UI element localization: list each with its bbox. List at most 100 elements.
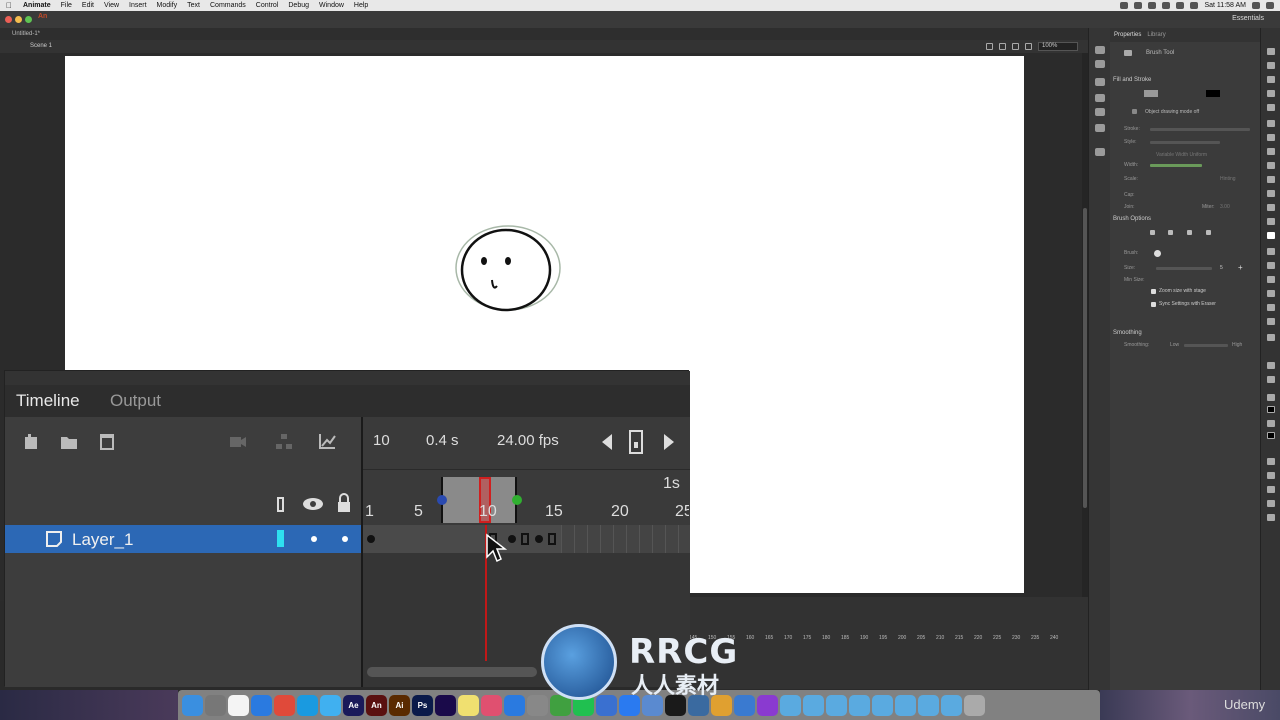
status-icon[interactable] (1120, 2, 1129, 9)
lock-icon[interactable] (336, 493, 352, 513)
menu-modify[interactable]: Modify (152, 2, 183, 9)
dock-app-trash[interactable] (964, 694, 985, 716)
keyframe[interactable] (367, 535, 375, 543)
text-tool-icon[interactable] (1267, 134, 1275, 141)
dock-app-folder[interactable] (872, 694, 893, 716)
delete-layer-icon[interactable] (98, 433, 116, 450)
panel-icon[interactable] (1095, 148, 1105, 156)
pen-tool-icon[interactable] (1267, 120, 1275, 127)
3d-rotation-tool-icon[interactable] (1267, 90, 1275, 97)
dock-app-podcast[interactable] (757, 694, 778, 716)
dock-app-ps[interactable]: Ps (412, 694, 433, 716)
timeline-drag-handle[interactable] (5, 371, 690, 385)
panel-icon[interactable] (1095, 124, 1105, 132)
bone-tool-icon[interactable] (1267, 248, 1275, 255)
dock-app-premiere[interactable] (435, 694, 456, 716)
dock-app-folder[interactable] (895, 694, 916, 716)
brush-option-icon[interactable] (1187, 230, 1192, 235)
dock-app-calendar[interactable] (228, 694, 249, 716)
style-select[interactable] (1150, 141, 1220, 144)
document-tab[interactable]: Untitled-1* (0, 28, 1088, 40)
dock-app-skype[interactable] (297, 694, 318, 716)
layer-color-indicator[interactable] (277, 530, 284, 547)
menu-control[interactable]: Control (251, 2, 284, 9)
menubar-clock[interactable]: Sat 11:58 AM (1204, 2, 1246, 9)
dock-app-ae[interactable]: Ae (343, 694, 364, 716)
dock-app-music[interactable] (481, 694, 502, 716)
brush-option-icon[interactable] (1168, 230, 1173, 235)
camera-tool-icon[interactable] (1267, 334, 1275, 341)
dock-app-finder[interactable] (182, 694, 203, 716)
tab-properties[interactable]: Properties (1114, 32, 1141, 38)
menu-app[interactable]: Animate (18, 2, 56, 9)
zoom-window-button[interactable] (25, 16, 32, 23)
camera-icon[interactable] (986, 43, 993, 50)
free-transform-tool-icon[interactable] (1267, 76, 1275, 83)
dock-app-ai[interactable]: Ai (389, 694, 410, 716)
dock-app-messages[interactable] (320, 694, 341, 716)
dock-app-folder[interactable] (849, 694, 870, 716)
minimize-window-button[interactable] (15, 16, 22, 23)
rectangle-tool-icon[interactable] (1267, 162, 1275, 169)
eraser-tool-icon[interactable] (1267, 304, 1275, 311)
battery-icon[interactable] (1190, 2, 1199, 9)
add-size-icon[interactable]: + (1238, 263, 1243, 273)
fill-color-swatch[interactable] (1206, 90, 1220, 97)
size-value[interactable]: 5 (1220, 263, 1223, 273)
panel-icon[interactable] (1095, 78, 1105, 86)
onion-start-marker[interactable] (437, 495, 447, 505)
info-icon[interactable] (1095, 94, 1105, 102)
menu-file[interactable]: File (56, 2, 77, 9)
frame-ruler[interactable]: 1 5 10 15 20 25 1s (363, 469, 690, 525)
paint-brush-tool-icon[interactable] (1267, 218, 1275, 225)
panel-icon[interactable] (1095, 108, 1105, 116)
hand-tool-icon[interactable] (1267, 362, 1275, 369)
fill-color-icon[interactable] (1267, 406, 1275, 413)
new-folder-icon[interactable] (60, 433, 78, 450)
zoom-select[interactable]: 100% (1038, 42, 1078, 51)
polystar-tool-icon[interactable] (1267, 190, 1275, 197)
scene-label[interactable]: Scene 1 (30, 43, 52, 49)
menu-list-icon[interactable] (1266, 2, 1274, 9)
layer-lock-dot[interactable] (342, 536, 348, 542)
layer-visible-dot[interactable] (311, 536, 317, 542)
stroke-color-icon[interactable] (1267, 394, 1275, 401)
layer-parenting-icon[interactable] (275, 433, 293, 450)
width-tool-icon[interactable] (1267, 318, 1275, 325)
straighten-icon[interactable] (1267, 486, 1275, 493)
brush-option-icon[interactable] (1150, 230, 1155, 235)
section-fill-stroke[interactable]: Fill and Stroke (1110, 75, 1260, 85)
ink-bottle-tool-icon[interactable] (1267, 276, 1275, 283)
brush-shape-round[interactable] (1154, 250, 1161, 257)
workspace-switcher[interactable]: Essentials (1232, 15, 1264, 22)
paint-bucket-tool-icon[interactable] (1267, 262, 1275, 269)
subselection-tool-icon[interactable] (1267, 62, 1275, 69)
layer-frames[interactable] (363, 525, 690, 553)
dock-app-an[interactable]: An (366, 694, 387, 716)
option-icon[interactable] (1267, 514, 1275, 521)
menu-window[interactable]: Window (314, 2, 349, 9)
section-brush-options[interactable]: Brush Options (1110, 214, 1260, 224)
dock-app-folder[interactable] (780, 694, 801, 716)
previous-frame-icon[interactable] (601, 433, 613, 451)
dock-app-folder[interactable] (941, 694, 962, 716)
keyframe-empty[interactable] (521, 533, 529, 545)
keyframe-empty[interactable] (548, 533, 556, 545)
spotlight-icon[interactable] (1252, 2, 1260, 9)
dock-app-chrome[interactable] (274, 694, 295, 716)
dock-app-app-store[interactable] (504, 694, 525, 716)
eye-icon[interactable] (302, 497, 324, 511)
dock-app-folder[interactable] (826, 694, 847, 716)
default-colors-icon[interactable] (1267, 432, 1275, 439)
lasso-tool-icon[interactable] (1267, 104, 1275, 111)
wifi-icon[interactable] (1162, 2, 1171, 9)
current-frame[interactable]: 10 (373, 432, 390, 449)
keyframe[interactable] (508, 535, 516, 543)
menu-view[interactable]: View (99, 2, 124, 9)
stroke-color-swatch[interactable] (1144, 90, 1158, 97)
eyedropper-tool-icon[interactable] (1267, 290, 1275, 297)
dock-app-launchpad[interactable] (205, 694, 226, 716)
tab-timeline[interactable]: Timeline (16, 391, 80, 411)
line-tool-icon[interactable] (1267, 148, 1275, 155)
outline-toggle-icon[interactable] (277, 497, 284, 512)
